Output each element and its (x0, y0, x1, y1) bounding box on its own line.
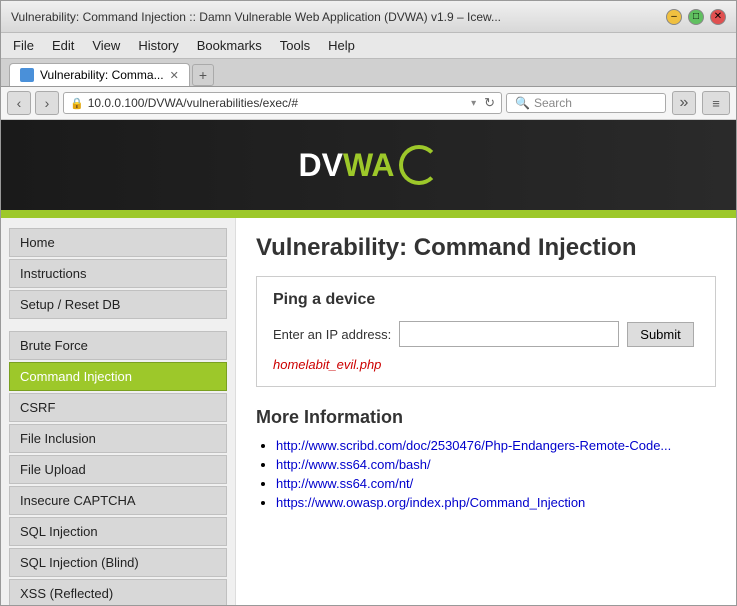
tab-label: Vulnerability: Comma... (40, 68, 164, 82)
list-item: http://www.ss64.com/bash/ (276, 457, 716, 472)
sidebar-item-command-injection[interactable]: Command Injection (9, 362, 227, 391)
dvwa-logo-dv: DV (299, 147, 343, 184)
url-text: 10.0.0.100/DVWA/vulnerabilities/exec/# (88, 96, 471, 110)
menu-history[interactable]: History (130, 35, 186, 56)
more-info-link-2[interactable]: http://www.ss64.com/nt/ (276, 476, 413, 491)
more-info-link-3[interactable]: https://www.owasp.org/index.php/Command_… (276, 495, 585, 510)
url-dropdown-icon[interactable]: ▾ (471, 98, 476, 109)
more-info-title: More Information (256, 407, 716, 428)
menu-bar: File Edit View History Bookmarks Tools H… (1, 33, 736, 59)
sidebar-item-instructions[interactable]: Instructions (9, 259, 227, 288)
list-item: http://www.ss64.com/nt/ (276, 476, 716, 491)
title-bar: Vulnerability: Command Injection :: Damn… (1, 1, 736, 33)
menu-help[interactable]: Help (320, 35, 363, 56)
more-info-section: More Information http://www.scribd.com/d… (256, 407, 716, 510)
ping-label: Enter an IP address: (273, 327, 391, 342)
dvwa-header: DV WA (1, 120, 736, 210)
tab-active[interactable]: Vulnerability: Comma... ✕ (9, 63, 190, 86)
more-info-list: http://www.scribd.com/doc/2530476/Php-En… (256, 438, 716, 510)
ping-form: Enter an IP address: Submit (273, 321, 699, 347)
sidebar-item-setup[interactable]: Setup / Reset DB (9, 290, 227, 319)
tab-favicon (20, 68, 34, 82)
ping-result: homelabit_evil.php (273, 357, 699, 372)
menu-view[interactable]: View (84, 35, 128, 56)
browser-window: Vulnerability: Command Injection :: Damn… (0, 0, 737, 606)
sidebar-item-home[interactable]: Home (9, 228, 227, 257)
dvwa-green-bar (1, 210, 736, 218)
more-info-link-0[interactable]: http://www.scribd.com/doc/2530476/Php-En… (276, 438, 671, 453)
ping-input[interactable] (399, 321, 619, 347)
window-title: Vulnerability: Command Injection :: Damn… (11, 10, 666, 24)
back-button[interactable]: ‹ (7, 91, 31, 115)
menu-tools[interactable]: Tools (272, 35, 318, 56)
sidebar-item-xss-reflected[interactable]: XSS (Reflected) (9, 579, 227, 605)
sidebar-item-csrf[interactable]: CSRF (9, 393, 227, 422)
menu-file[interactable]: File (5, 35, 42, 56)
list-item: https://www.owasp.org/index.php/Command_… (276, 495, 716, 510)
search-bar[interactable]: 🔍 Search (506, 93, 666, 113)
forward-button[interactable]: › (35, 91, 59, 115)
ping-submit-button[interactable]: Submit (627, 322, 693, 347)
browser-menu-button[interactable]: ≡ (702, 91, 730, 115)
search-input[interactable]: Search (534, 96, 572, 110)
content-area: Vulnerability: Command Injection Ping a … (236, 218, 736, 605)
menu-bookmarks[interactable]: Bookmarks (189, 35, 270, 56)
sidebar-divider (9, 321, 227, 331)
window-controls: – □ ✕ (666, 9, 726, 25)
ping-box-title: Ping a device (273, 291, 699, 309)
nav-bar: ‹ › 🔒 10.0.0.100/DVWA/vulnerabilities/ex… (1, 87, 736, 120)
dvwa-logo: DV WA (299, 145, 439, 185)
sidebar-item-file-upload[interactable]: File Upload (9, 455, 227, 484)
tab-close-button[interactable]: ✕ (170, 69, 179, 82)
ping-box: Ping a device Enter an IP address: Submi… (256, 276, 716, 387)
new-tab-button[interactable]: + (192, 64, 214, 86)
maximize-button[interactable]: □ (688, 9, 704, 25)
more-info-link-1[interactable]: http://www.ss64.com/bash/ (276, 457, 431, 472)
reload-button[interactable]: ↻ (484, 95, 495, 111)
search-icon: 🔍 (515, 96, 530, 110)
extensions-button[interactable]: » (672, 91, 696, 115)
sidebar-item-sql-injection-blind[interactable]: SQL Injection (Blind) (9, 548, 227, 577)
close-button[interactable]: ✕ (710, 9, 726, 25)
sidebar-item-sql-injection[interactable]: SQL Injection (9, 517, 227, 546)
dvwa-logo-wa: WA (343, 147, 395, 184)
url-security-icon: 🔒 (70, 97, 84, 110)
page-title: Vulnerability: Command Injection (256, 234, 716, 262)
menu-edit[interactable]: Edit (44, 35, 82, 56)
url-bar[interactable]: 🔒 10.0.0.100/DVWA/vulnerabilities/exec/#… (63, 92, 502, 114)
sidebar: Home Instructions Setup / Reset DB Brute… (1, 218, 236, 605)
sidebar-item-insecure-captcha[interactable]: Insecure CAPTCHA (9, 486, 227, 515)
sidebar-item-brute-force[interactable]: Brute Force (9, 331, 227, 360)
sidebar-item-file-inclusion[interactable]: File Inclusion (9, 424, 227, 453)
main-layout: Home Instructions Setup / Reset DB Brute… (1, 218, 736, 605)
list-item: http://www.scribd.com/doc/2530476/Php-En… (276, 438, 716, 453)
dvwa-logo-swirl (399, 145, 439, 185)
tab-bar: Vulnerability: Comma... ✕ + (1, 59, 736, 87)
minimize-button[interactable]: – (666, 9, 682, 25)
page-content: DV WA Home Instructions Setup / Reset DB… (1, 120, 736, 605)
